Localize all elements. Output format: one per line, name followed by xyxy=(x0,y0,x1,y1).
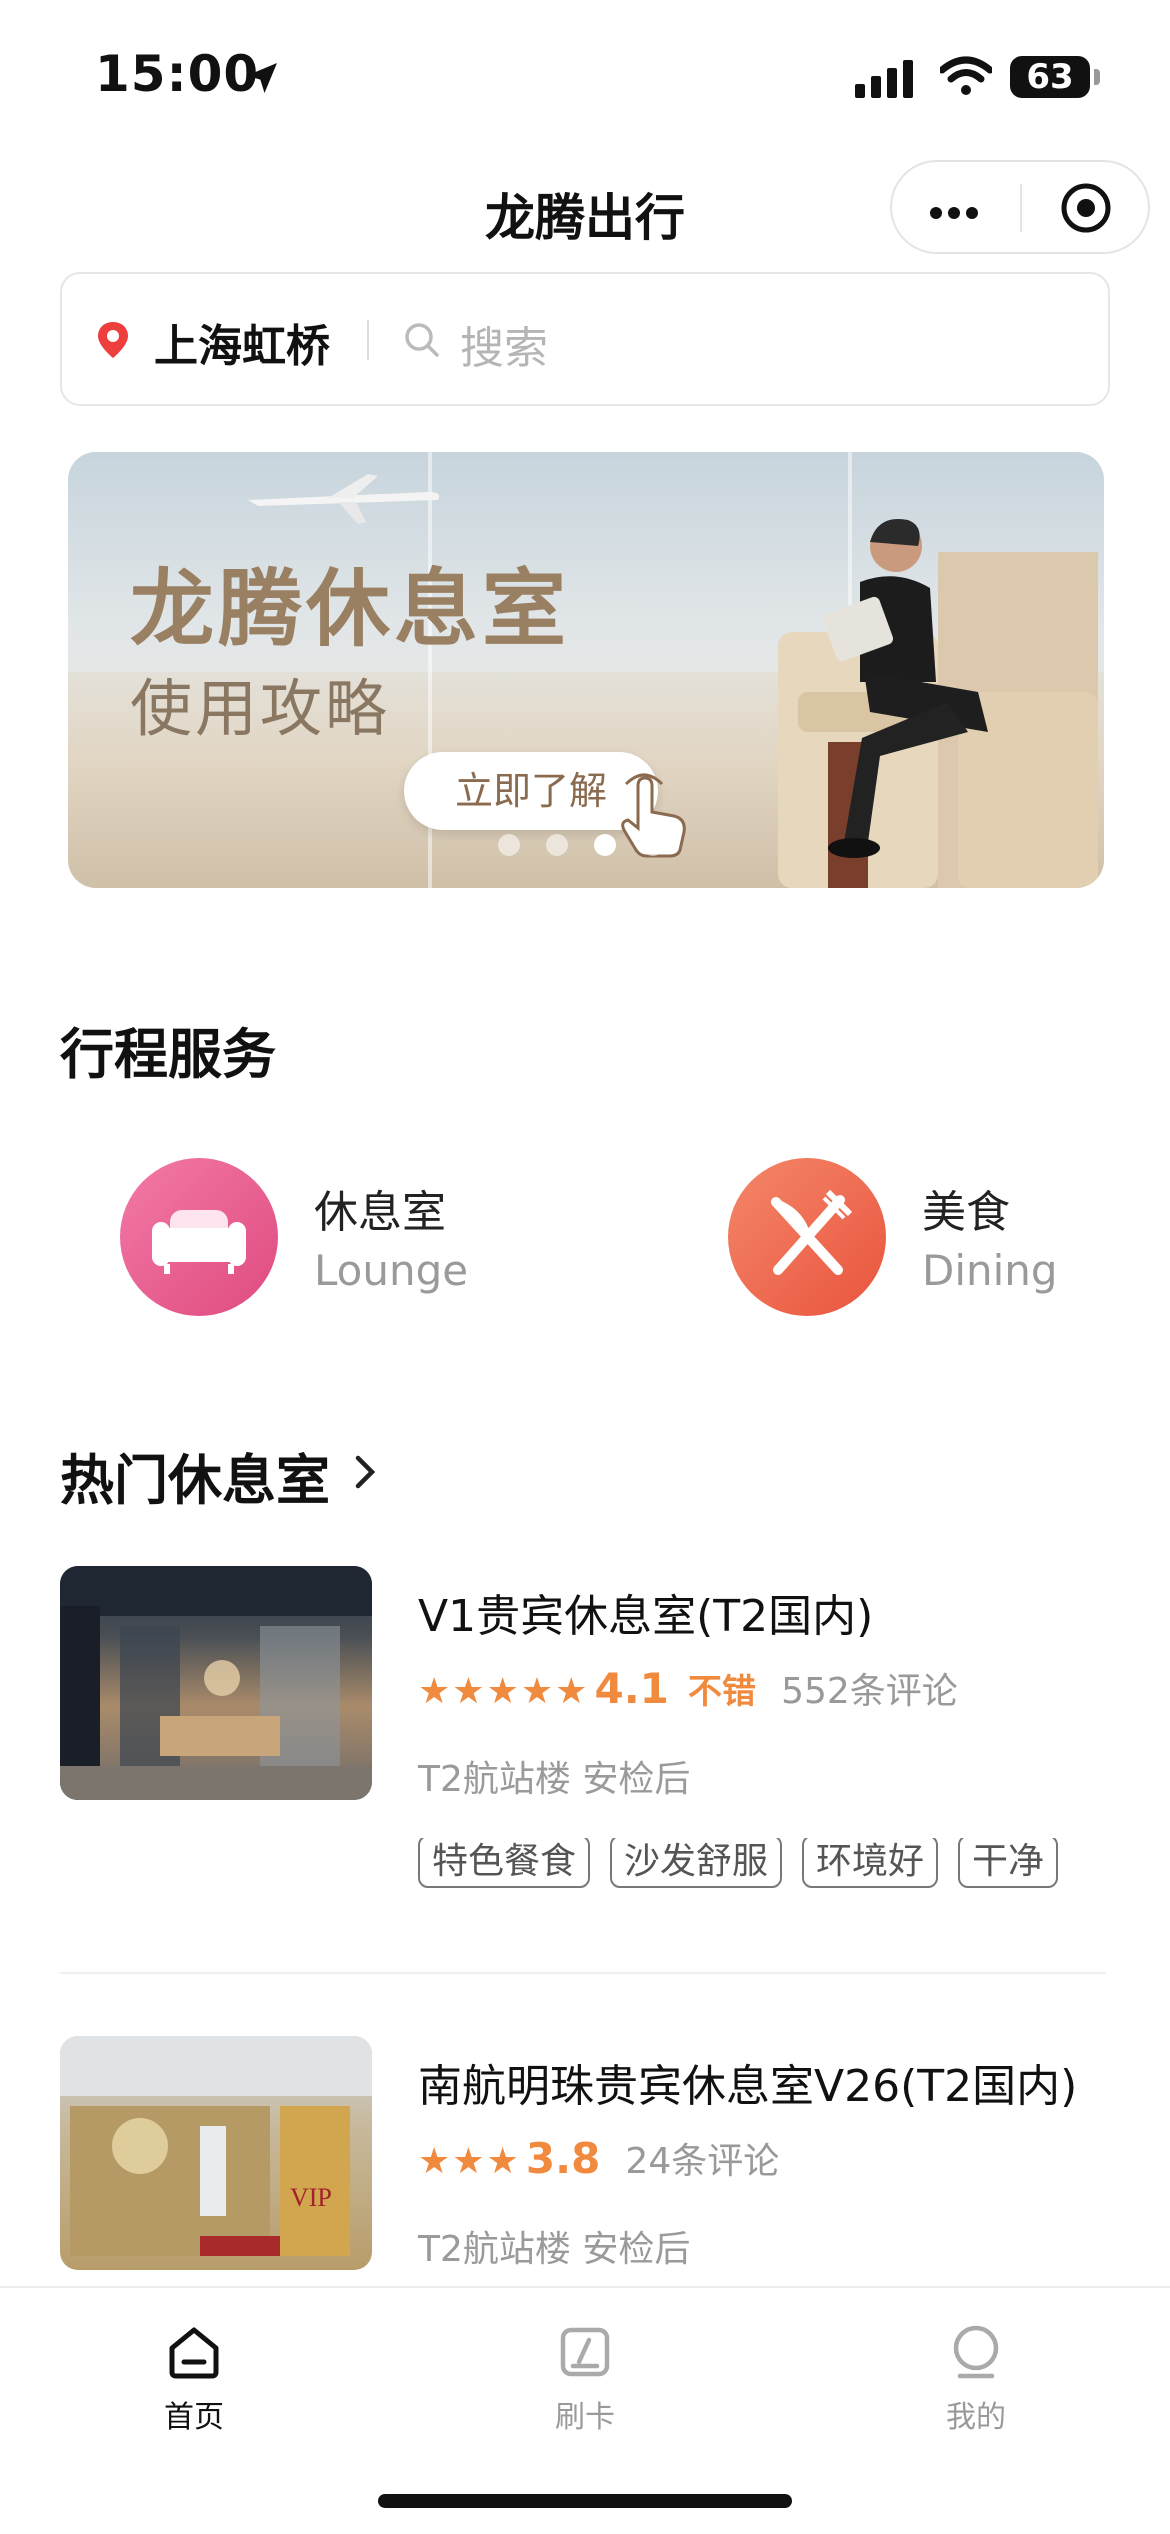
hot-lounges-title: 热门休息室 xyxy=(60,1449,330,1512)
lounge-thumbnail: VIP xyxy=(60,2036,372,2270)
profile-icon xyxy=(953,2325,999,2379)
card-swipe-icon xyxy=(560,2327,610,2377)
lounge-tag: 干净 xyxy=(958,1838,1059,1888)
home-indicator[interactable] xyxy=(378,2494,792,2508)
cellular-signal-icon xyxy=(855,60,919,98)
service-english-name: Lounge xyxy=(314,1246,469,1295)
star-rating-icon: ★★★ xyxy=(418,2141,521,2182)
location-arrow-icon xyxy=(247,63,277,93)
chevron-right-icon xyxy=(355,1455,376,1489)
airplane-image xyxy=(248,474,440,524)
services-section-title: 行程服务 xyxy=(60,1023,276,1086)
tab-profile[interactable]: 我的 xyxy=(896,2312,1056,2442)
search-icon xyxy=(405,323,439,357)
banner-subtitle: 使用攻略 xyxy=(130,672,391,745)
service-dining[interactable]: 美食 Dining xyxy=(726,1156,1146,1326)
tab-card-swipe[interactable]: 刷卡 xyxy=(505,2312,665,2442)
promo-banner[interactable]: 龙腾休息室 使用攻略 立即了解 xyxy=(68,452,1104,888)
rating-row: ★★★ 3.8 24条评论 xyxy=(418,2132,779,2184)
carousel-dot-active[interactable] xyxy=(594,834,616,856)
banner-title: 龙腾休息室 xyxy=(130,560,571,658)
svg-text:VIP: VIP xyxy=(290,2183,332,2212)
carousel-dot[interactable] xyxy=(546,834,568,856)
location-pin-icon xyxy=(98,322,128,358)
lounge-thumbnail xyxy=(60,1566,372,1800)
city-selector[interactable]: 上海虹桥 xyxy=(154,310,330,374)
lounge-tag: 特色餐食 xyxy=(418,1838,591,1888)
businessman-on-sofa-image xyxy=(778,518,1098,888)
sofa-icon xyxy=(120,1158,278,1316)
fork-knife-icon xyxy=(728,1158,886,1316)
review-count: 552条评论 xyxy=(781,1671,958,1712)
service-name: 休息室 xyxy=(314,1187,446,1238)
service-lounge[interactable]: 休息室 Lounge xyxy=(118,1156,678,1326)
tab-home[interactable]: 首页 xyxy=(114,2312,274,2442)
status-time: 15:00 xyxy=(95,45,260,103)
search-input[interactable]: 搜索 xyxy=(460,312,548,376)
tab-label: 刷卡 xyxy=(555,2400,615,2435)
capsule-divider xyxy=(1020,184,1022,232)
carousel-dot[interactable] xyxy=(498,834,520,856)
service-english-name: Dining xyxy=(922,1246,1058,1295)
battery-level: 63 xyxy=(1010,56,1090,98)
rating-score: 3.8 xyxy=(525,2134,601,2183)
card-divider xyxy=(60,1972,1106,1974)
service-name: 美食 xyxy=(922,1187,1010,1238)
carousel-dot[interactable] xyxy=(642,834,664,856)
review-count: 24条评论 xyxy=(625,2141,780,2182)
tab-label: 首页 xyxy=(164,2400,224,2435)
tab-label: 我的 xyxy=(946,2400,1006,2435)
carousel-indicator xyxy=(498,834,690,860)
search-bar[interactable]: 上海虹桥 搜索 xyxy=(60,272,1110,406)
wifi-icon xyxy=(940,56,992,95)
rating-word: 不错 xyxy=(687,1672,756,1712)
rating-score: 4.1 xyxy=(594,1664,669,1713)
rating-row: ★★★★★ 4.1 不错 552条评论 xyxy=(418,1662,958,1714)
lounge-name: 南航明珠贵宾休息室V26(T2国内) xyxy=(418,2061,1078,2112)
search-divider xyxy=(367,320,369,360)
lounge-location: T2航站楼 安检后 xyxy=(418,1759,691,1800)
more-icon[interactable] xyxy=(930,204,984,223)
close-target-icon[interactable] xyxy=(1060,182,1112,234)
lounge-name: V1贵宾休息室(T2国内) xyxy=(418,1591,874,1642)
lounge-card[interactable]: V1贵宾休息室(T2国内) ★★★★★ 4.1 不错 552条评论 T2航站楼 … xyxy=(60,1566,1110,1906)
tag-list: 特色餐食 沙发舒服 环境好 干净 xyxy=(418,1838,1068,1898)
lounge-location: T2航站楼 安检后 xyxy=(418,2229,691,2270)
lounge-tag: 沙发舒服 xyxy=(610,1838,783,1888)
hot-lounges-link[interactable]: 热门休息室 xyxy=(60,1436,420,1512)
battery-tip xyxy=(1094,69,1100,85)
lounge-tag: 环境好 xyxy=(802,1838,939,1888)
home-icon xyxy=(169,2327,219,2379)
star-rating-icon: ★★★★★ xyxy=(418,1671,590,1712)
miniprogram-capsule xyxy=(890,160,1150,254)
lounge-card[interactable]: VIP 南航明珠贵宾休息室V26(T2国内) ★★★ 3.8 24条评论 T2航… xyxy=(60,2036,1110,2286)
